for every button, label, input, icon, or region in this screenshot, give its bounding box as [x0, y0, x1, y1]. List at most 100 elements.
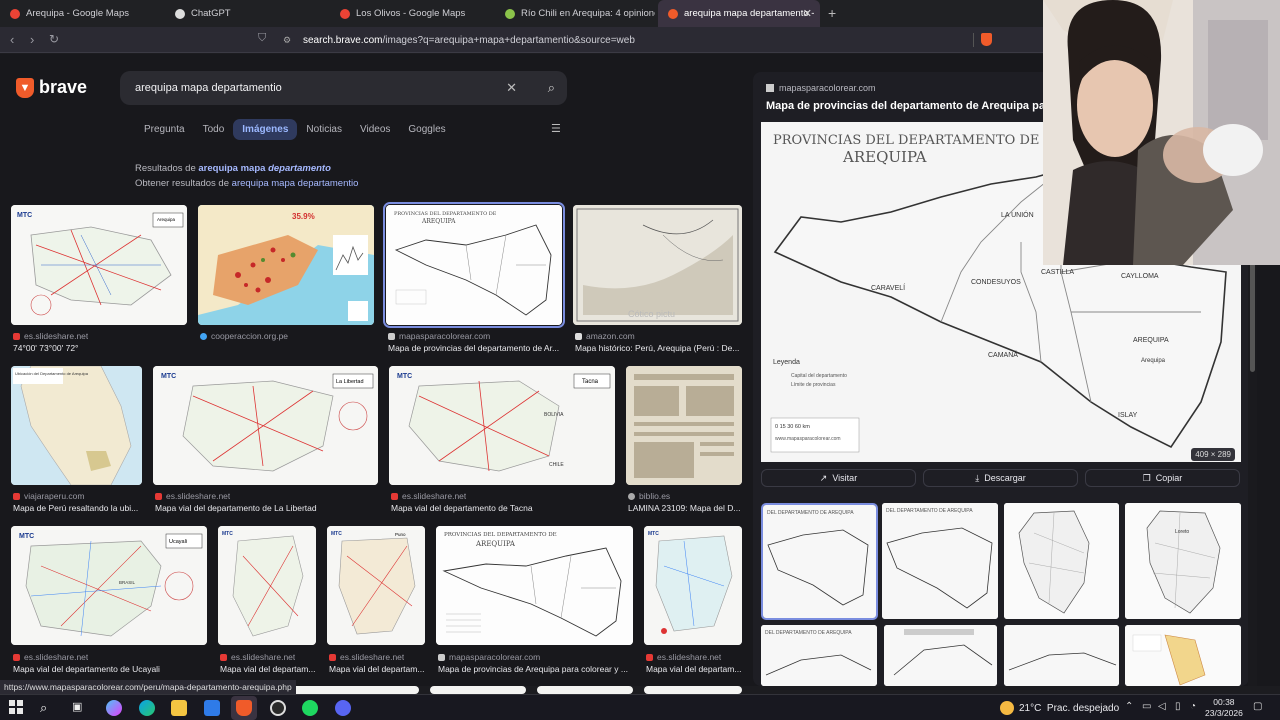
result-image[interactable]: MTC Arequipa [11, 205, 187, 325]
clock[interactable]: 00:38 23/3/2026 [1205, 697, 1243, 719]
start-icon[interactable] [9, 700, 25, 716]
related-image[interactable]: DEL DEPARTAMENTO DE AREQUIPA [761, 503, 878, 620]
close-tab-icon[interactable]: ✕ [803, 7, 812, 20]
file-explorer-icon[interactable] [171, 700, 187, 716]
browser-tab[interactable]: Los Olivos - Google Maps [330, 0, 495, 27]
edge-icon[interactable] [139, 700, 155, 716]
result-caption[interactable]: Mapa vial del departam... [220, 664, 316, 674]
bookmark-icon[interactable]: ⛉ [258, 32, 266, 45]
original-query-link[interactable]: arequipa mapa departamentio [232, 178, 359, 189]
result-source[interactable]: es.slideshare.net [155, 491, 230, 501]
result-source[interactable]: viajaraperu.com [13, 491, 84, 501]
result-source[interactable]: es.slideshare.net [13, 331, 88, 341]
preview-title[interactable]: Mapa de provincias del departamento de A… [766, 100, 1086, 112]
reload-icon[interactable]: ↻ [49, 32, 59, 46]
tab-videos[interactable]: Videos [351, 119, 399, 140]
result-source[interactable]: cooperaccion.org.pe [200, 331, 288, 341]
result-source[interactable]: es.slideshare.net [329, 652, 404, 662]
browser-tab-active[interactable]: arequipa mapa departamento - ✕ [658, 0, 820, 27]
result-image[interactable]: MTC Ucayali BRASIL [11, 526, 207, 645]
filters-icon[interactable]: ☰ [551, 122, 561, 135]
notifications-icon[interactable]: ▢ [1253, 701, 1262, 712]
result-caption[interactable]: Mapa vial del departamento de Ucayali [13, 664, 207, 674]
result-image[interactable]: Cótico pictu [573, 205, 742, 325]
result-image[interactable]: MTC Tacna BOLIVIA CHILE [389, 366, 615, 485]
task-view-icon[interactable]: ▣ [72, 700, 88, 716]
preview-source[interactable]: mapasparacolorear.com [766, 83, 876, 93]
result-image[interactable] [644, 686, 742, 694]
result-caption[interactable]: Mapa de Perú resaltando la ubi... [13, 503, 142, 513]
search-input[interactable]: arequipa mapa departamentio ✕ ⌕ [120, 71, 567, 105]
result-image[interactable] [283, 686, 419, 694]
result-caption[interactable]: Mapa vial del departamento de Tacna [391, 503, 615, 513]
discord-icon[interactable] [335, 700, 351, 716]
site-info-icon[interactable]: ⚙ [283, 35, 295, 46]
visit-button[interactable]: ↗ Visitar [761, 469, 916, 487]
result-image[interactable]: MTC [644, 526, 742, 645]
tab-todo[interactable]: Todo [194, 119, 234, 140]
browser-tab[interactable]: Arequipa - Google Maps [0, 0, 165, 27]
result-caption[interactable]: Mapa histórico: Perú, Arequipa (Perú : D… [575, 343, 742, 353]
result-image[interactable]: 35.9% [198, 205, 374, 325]
result-caption[interactable]: Mapa vial del departam... [329, 664, 425, 674]
copilot-icon[interactable] [106, 700, 122, 716]
result-source[interactable]: es.slideshare.net [13, 652, 88, 662]
result-source[interactable]: mapasparacolorear.com [388, 331, 490, 341]
corrected-query-link[interactable]: arequipa mapa departamento [198, 163, 331, 174]
brave-shields-icon[interactable] [981, 33, 992, 46]
tab-noticias[interactable]: Noticias [297, 119, 351, 140]
related-image[interactable]: DEL DEPARTAMENTO DE AREQUIPA [761, 625, 877, 686]
back-icon[interactable]: ‹ [10, 32, 14, 47]
result-caption[interactable]: LAMINA 23109: Mapa del D... [628, 503, 742, 513]
result-caption[interactable]: Mapa vial del departamento de La Liberta… [155, 503, 378, 513]
weather-widget[interactable]: 21°C Prac. despejado [1000, 701, 1119, 715]
result-source[interactable]: es.slideshare.net [220, 652, 295, 662]
github-icon[interactable] [270, 700, 286, 716]
clear-icon[interactable]: ✕ [506, 80, 517, 96]
chevron-up-icon[interactable]: ⌃ [1125, 701, 1133, 712]
result-image[interactable] [626, 366, 742, 485]
result-image[interactable]: PROVINCIAS DEL DEPARTAMENTO DE AREQUIPA [436, 526, 633, 645]
download-button[interactable]: ⤓ Descargar [923, 469, 1078, 487]
related-image[interactable] [1125, 625, 1241, 686]
related-image[interactable]: DEL DEPARTAMENTO DE AREQUIPA [882, 503, 998, 619]
related-image[interactable] [1004, 503, 1119, 619]
browser-tab[interactable]: ChatGPT [165, 0, 330, 27]
copy-button[interactable]: ❐ Copiar [1085, 469, 1240, 487]
result-image[interactable] [537, 686, 633, 694]
result-caption[interactable]: Mapa de provincias del departamento de A… [388, 343, 562, 353]
brave-logo[interactable]: ▼ brave [16, 77, 87, 98]
result-source[interactable]: es.slideshare.net [646, 652, 721, 662]
browser-tab[interactable]: Río Chili en Arequipa: 4 opiniones y 9 [495, 0, 655, 27]
related-image[interactable] [1004, 625, 1119, 686]
result-source[interactable]: amazon.com [575, 331, 635, 341]
wifi-icon[interactable]: ◔ [1190, 701, 1196, 712]
result-caption[interactable]: 74°00' 73°00' 72° [13, 343, 187, 353]
spotify-icon[interactable] [302, 700, 318, 716]
forward-icon[interactable]: › [30, 32, 34, 47]
result-image[interactable] [430, 686, 526, 694]
battery-icon[interactable]: ▯ [1175, 701, 1181, 712]
result-caption[interactable]: Mapa vial del departam... [646, 664, 742, 674]
result-image[interactable]: Ubicación del Departamento de Arequipa [11, 366, 142, 485]
result-image[interactable]: MTC [218, 526, 316, 645]
related-image[interactable]: Loreto [1125, 503, 1241, 619]
related-image[interactable] [884, 625, 997, 686]
volume-icon[interactable]: ◁ [1158, 701, 1166, 712]
result-image-selected[interactable]: PROVINCIAS DEL DEPARTAMENTO DE AREQUIPA [383, 202, 565, 328]
brave-taskbar-icon[interactable] [236, 700, 252, 716]
result-source[interactable]: es.slideshare.net [391, 491, 466, 501]
result-caption[interactable]: Mapa de provincias de Arequipa para colo… [438, 664, 633, 674]
tab-pregunta[interactable]: Pregunta [135, 119, 194, 140]
search-icon[interactable]: ⌕ [548, 80, 555, 96]
result-image[interactable]: MTC Puno [327, 526, 425, 645]
result-source[interactable]: biblio.es [628, 491, 670, 501]
new-tab-button[interactable]: + [828, 5, 836, 21]
network-icon[interactable]: ▭ [1142, 701, 1151, 712]
outlook-icon[interactable] [204, 700, 220, 716]
result-image[interactable]: MTC La Libertad [153, 366, 378, 485]
tab-imagenes[interactable]: Imágenes [233, 118, 298, 140]
result-source[interactable]: mapasparacolorear.com [438, 652, 540, 662]
search-icon[interactable]: ⌕ [40, 700, 56, 716]
tab-goggles[interactable]: Goggles [399, 119, 454, 140]
